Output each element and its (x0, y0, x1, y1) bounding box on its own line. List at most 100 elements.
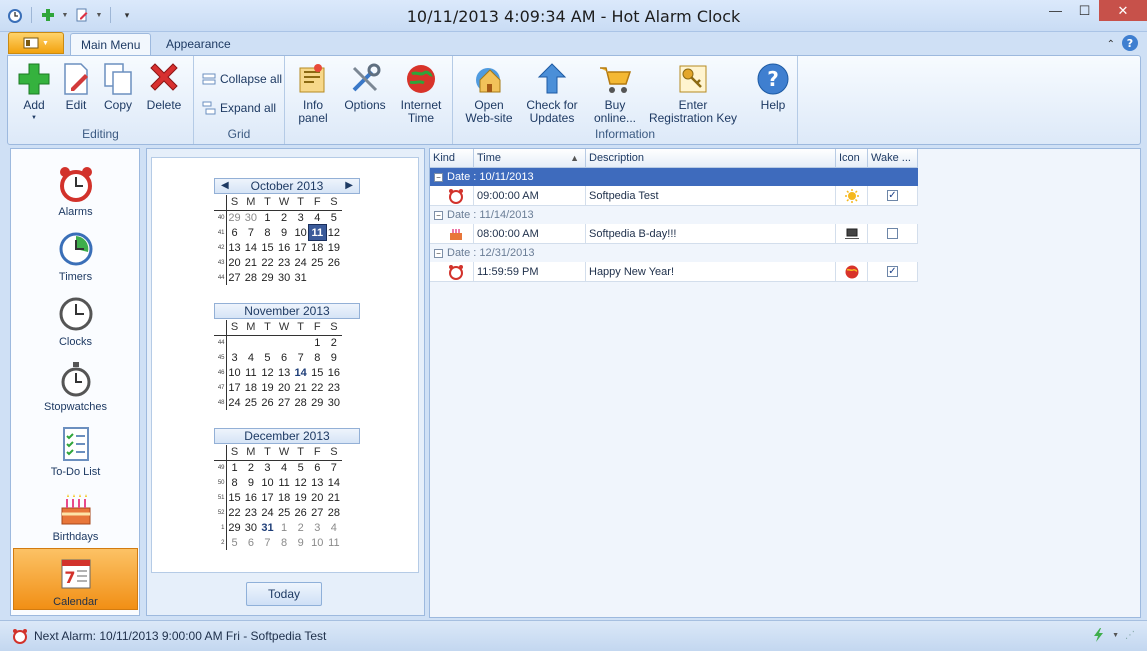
calendar-day[interactable]: 31 (292, 270, 309, 285)
calendar-day[interactable]: 11 (276, 475, 293, 490)
calendar-day[interactable]: 10 (309, 535, 326, 550)
calendar-day[interactable]: 11 (243, 365, 260, 380)
calendar-day[interactable]: 25 (243, 395, 260, 410)
calendar-day[interactable]: 30 (243, 520, 260, 535)
calendar-day[interactable]: 20 (276, 380, 293, 395)
calendar-day[interactable]: 2 (326, 335, 343, 350)
calendar-day[interactable]: 28 (243, 270, 260, 285)
collapse-all-button[interactable]: Collapse all (202, 72, 282, 86)
minimize-ribbon-icon[interactable]: ⌃ (1107, 39, 1115, 50)
calendar-day[interactable]: 15 (226, 490, 243, 505)
nav-item-todo-list[interactable]: To-Do List (13, 419, 138, 481)
buy-online-button[interactable]: Buy online... (589, 62, 641, 125)
minimize-button[interactable]: — (1041, 0, 1070, 21)
calendar-day[interactable]: 21 (292, 380, 309, 395)
calendar-day[interactable]: 29 (259, 270, 276, 285)
help-icon[interactable]: ? (1121, 34, 1139, 55)
calendar-day[interactable]: 5 (326, 210, 343, 225)
calendar-day[interactable]: 22 (259, 255, 276, 270)
calendar-day[interactable]: 10 (259, 475, 276, 490)
calendar-day[interactable]: 7 (292, 350, 309, 365)
calendar-day[interactable]: 29 (226, 210, 243, 225)
calendar-day[interactable]: 30 (276, 270, 293, 285)
calendar-day[interactable]: 16 (276, 240, 293, 255)
calendar-day[interactable]: 21 (326, 490, 343, 505)
calendar-day[interactable]: 6 (243, 535, 260, 550)
calendar-day[interactable]: 24 (259, 505, 276, 520)
calendar-day[interactable]: 4 (243, 350, 260, 365)
calendar-day[interactable]: 11 (326, 535, 343, 550)
calendar-day[interactable]: 6 (276, 350, 293, 365)
calendar-day[interactable]: 4 (326, 520, 343, 535)
group-row[interactable]: − Date : 10/11/2013 (430, 168, 918, 186)
calendar-day[interactable]: 17 (259, 490, 276, 505)
application-menu-button[interactable]: ▼ (8, 32, 64, 54)
copy-button[interactable]: Copy (100, 62, 136, 112)
calendar-day[interactable]: 14 (243, 240, 260, 255)
calendar-day[interactable]: 9 (276, 225, 293, 240)
calendar-day[interactable]: 24 (292, 255, 309, 270)
calendar-day[interactable]: 9 (243, 475, 260, 490)
calendar-day[interactable]: 17 (292, 240, 309, 255)
calendar-day[interactable]: 15 (309, 365, 326, 380)
calendar-day[interactable]: 1 (226, 460, 243, 475)
calendar-day[interactable]: 22 (309, 380, 326, 395)
group-row[interactable]: − Date : 12/31/2013 (430, 244, 918, 262)
calendar-day[interactable]: 26 (292, 505, 309, 520)
calendar-day[interactable]: 11 (307, 224, 327, 241)
calendar-day[interactable]: 30 (326, 395, 343, 410)
nav-item-alarms[interactable]: Alarms (13, 159, 138, 221)
calendar-day[interactable]: 13 (309, 475, 326, 490)
close-button[interactable]: ✕ (1099, 0, 1147, 21)
expand-all-button[interactable]: Expand all (202, 101, 276, 115)
calendar-day[interactable]: 6 (309, 460, 326, 475)
next-month-icon[interactable]: ▶ (345, 179, 353, 193)
calendar-day[interactable]: 29 (309, 395, 326, 410)
nav-item-stopwatches[interactable]: Stopwatches (13, 354, 138, 416)
calendar-day[interactable]: 29 (226, 520, 243, 535)
calendar-day[interactable]: 31 (259, 520, 276, 535)
delete-button[interactable]: Delete (142, 62, 186, 112)
calendar-day[interactable]: 2 (292, 520, 309, 535)
calendar-day[interactable]: 2 (276, 210, 293, 225)
resize-grip-icon[interactable]: ⋰ (1125, 630, 1135, 641)
calendar-day[interactable]: 3 (259, 460, 276, 475)
calendar-day[interactable]: 7 (243, 225, 260, 240)
calendar-day[interactable]: 8 (226, 475, 243, 490)
nav-item-timers[interactable]: Timers (13, 224, 138, 286)
column-icon[interactable]: Icon (836, 149, 868, 168)
calendar-day[interactable]: 13 (226, 240, 243, 255)
calendar-day[interactable]: 28 (326, 505, 343, 520)
column-time[interactable]: Time ▲ (474, 149, 586, 168)
calendar-day[interactable]: 22 (226, 505, 243, 520)
nav-item-clocks[interactable]: Clocks (13, 289, 138, 351)
table-row[interactable]: 09:00:00 AM Softpedia Test ✓ (430, 186, 918, 206)
calendar-day[interactable]: 23 (326, 380, 343, 395)
maximize-button[interactable]: ☐ (1070, 0, 1099, 21)
calendar-day[interactable]: 27 (309, 505, 326, 520)
column-wake[interactable]: Wake ... (868, 149, 918, 168)
table-row[interactable]: 11:59:59 PM Happy New Year! ✓ (430, 262, 918, 282)
tab-main-menu[interactable]: Main Menu (70, 33, 152, 56)
calendar-day[interactable]: 26 (326, 255, 343, 270)
today-button[interactable]: Today (246, 582, 322, 606)
chevron-down-icon[interactable]: ▼ (1112, 632, 1119, 639)
nav-item-calendar[interactable]: 7 Calendar (13, 548, 138, 610)
wake-checkbox[interactable]: ✓ (887, 190, 898, 201)
wake-checkbox[interactable]: ✓ (887, 266, 898, 277)
calendar-day[interactable]: 30 (243, 210, 260, 225)
calendar-day[interactable]: 9 (292, 535, 309, 550)
calendar-day[interactable]: 19 (292, 490, 309, 505)
calendar-day[interactable]: 16 (326, 365, 343, 380)
calendar-day[interactable]: 12 (259, 365, 276, 380)
calendar-day[interactable]: 18 (276, 490, 293, 505)
calendar-day[interactable]: 23 (276, 255, 293, 270)
calendar-day[interactable]: 10 (226, 365, 243, 380)
group-row[interactable]: − Date : 11/14/2013 (430, 206, 918, 224)
calendar-day[interactable]: 1 (276, 520, 293, 535)
calendar-day[interactable]: 20 (309, 490, 326, 505)
calendar-day[interactable]: 3 (309, 520, 326, 535)
collapse-toggle-icon[interactable]: − (434, 248, 443, 258)
calendar-day[interactable]: 6 (226, 225, 243, 240)
internet-time-button[interactable]: Internet Time (395, 62, 447, 125)
